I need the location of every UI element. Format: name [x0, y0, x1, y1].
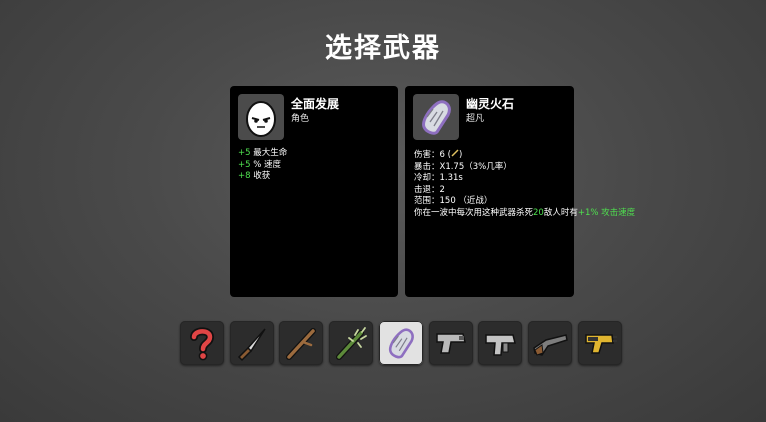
knife-icon: [237, 328, 266, 362]
weapon-tier: 超凡: [466, 114, 485, 124]
character-stats: +5 最大生命 +5 % 速度 +8 收获: [238, 148, 287, 183]
weapon-slot-smg[interactable]: [478, 321, 522, 365]
shotgun-icon: [533, 334, 568, 356]
damage-stat: 伤害：6 (): [414, 149, 463, 160]
taser-icon: [585, 334, 617, 354]
ghost-flint-icon: [388, 328, 414, 359]
stat-row: +8 收获: [238, 171, 271, 181]
spiky-stick-icon: [336, 327, 367, 360]
cooldown-stat: 冷却：1.31s: [414, 173, 463, 183]
effect-line-1: 你在一波中每次用这种武器杀死20敌人时有+1% 攻击速度: [414, 207, 636, 218]
weapon-slot-random[interactable]: [180, 321, 224, 365]
character-type: 角色: [291, 114, 310, 124]
character-panel: 全面发展 角色 +5 最大生命 +5 % 速度 +8 收获: [230, 86, 398, 297]
pistol-icon: [436, 333, 466, 354]
stat-row: +5 % 速度: [238, 159, 282, 170]
weapon-slot-taser[interactable]: [578, 321, 622, 365]
weapon-slot-spiky-stick[interactable]: [329, 321, 373, 365]
stick-icon: [286, 328, 316, 360]
random-question-icon: [190, 327, 215, 361]
range-stat: 范围：150 （近战）: [414, 196, 493, 206]
crit-stat: 暴击：X1.75（3%几率）: [414, 161, 512, 172]
weapon-portrait: [413, 94, 459, 140]
melee-damage-icon: [451, 149, 459, 157]
stat-row: +5 最大生命: [238, 148, 288, 158]
weapon-slot-shotgun[interactable]: [528, 321, 572, 365]
page-title: 选择武器: [325, 33, 441, 64]
weapon-stats: 伤害：6 () 暴击：X1.75（3%几率） 冷却：1.31s 击退：2 范围：…: [414, 149, 636, 219]
weapon-slot-ghost-flint[interactable]: [379, 321, 423, 365]
ghost-flint-icon: [422, 100, 451, 135]
weapon-slot-stick[interactable]: [279, 321, 323, 365]
smg-icon: [485, 334, 516, 356]
egg-face-icon: [246, 101, 276, 137]
weapon-slot-knife[interactable]: [230, 321, 274, 365]
weapon-slot-pistol[interactable]: [429, 321, 473, 365]
weapon-panel: 幽灵火石 超凡 伤害：6 () 暴击：X1.75（3%几率） 冷却：1.31s …: [405, 86, 636, 297]
character-portrait: [238, 94, 284, 140]
weapon-name: 幽灵火石: [466, 97, 515, 111]
knockback-stat: 击退：2: [414, 184, 445, 195]
character-name: 全面发展: [291, 97, 340, 111]
